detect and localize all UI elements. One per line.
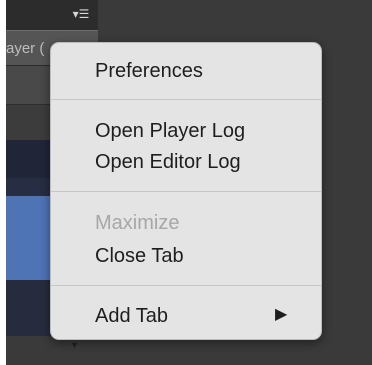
menu-separator	[51, 191, 321, 192]
menu-separator	[51, 285, 321, 286]
menu-item-open-editor-log[interactable]: Open Editor Log	[95, 150, 241, 174]
menu-separator	[51, 99, 321, 100]
context-menu: Preferences Open Player Log Open Editor …	[50, 42, 322, 340]
tab-strip: ▾☰	[6, 0, 98, 30]
scroll-down-icon[interactable]: ▼	[70, 340, 79, 350]
menu-item-maximize: Maximize	[95, 212, 180, 234]
menu-item-preferences[interactable]: Preferences	[95, 59, 203, 83]
submenu-arrow-icon: ▶	[275, 306, 288, 323]
menu-item-close-tab[interactable]: Close Tab	[95, 244, 184, 268]
player-tab-label: ayer (	[6, 40, 45, 57]
menu-item-add-tab[interactable]: Add Tab	[95, 304, 168, 328]
menu-item-open-player-log[interactable]: Open Player Log	[95, 119, 245, 143]
tab-options-icon[interactable]: ▾☰	[70, 7, 92, 21]
